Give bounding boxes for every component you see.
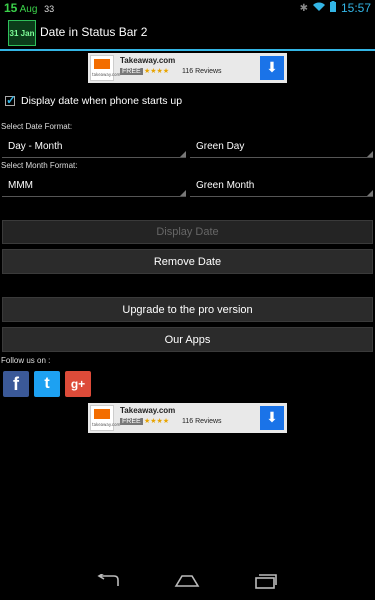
google-plus-icon[interactable]: g+ — [65, 371, 91, 397]
status-time: 15:57 — [340, 1, 371, 15]
remove-date-button[interactable]: Remove Date — [2, 249, 373, 274]
month-format-spinner[interactable]: MMM — [2, 180, 186, 197]
status-date: 15 Aug 33 — [4, 1, 54, 15]
download-icon[interactable]: ⬇ — [260, 56, 284, 80]
status-bar: 15 Aug 33 ✱ 15:57 — [0, 0, 375, 16]
ad-banner-bottom[interactable]: takeaway.com Takeaway.com FREE ★★★★ 116 … — [88, 403, 287, 433]
date-color-spinner[interactable]: Green Day — [190, 141, 373, 158]
date-format-label: Select Date Format: — [1, 122, 73, 131]
month-format-label: Select Month Format: — [1, 161, 78, 170]
ad-title: Takeaway.com — [120, 56, 176, 65]
status-day: 15 — [4, 1, 18, 15]
home-icon[interactable] — [172, 569, 202, 593]
ad-banner-top[interactable]: takeaway.com Takeaway.com FREE ★★★★ 116 … — [88, 53, 287, 83]
navigation-bar — [0, 565, 375, 600]
ad-reviews: 116 Reviews — [182, 68, 222, 75]
follow-us-label: Follow us on : — [1, 356, 51, 365]
startup-checkbox-label: Display date when phone starts up — [21, 95, 183, 107]
status-icons: ✱ 15:57 — [300, 0, 371, 16]
bluetooth-icon: ✱ — [299, 2, 308, 14]
ad-rating-stars: ★★★★ — [144, 67, 170, 75]
app-icon[interactable]: 31 Jan — [8, 20, 36, 46]
recent-apps-icon[interactable] — [251, 569, 281, 593]
startup-checkbox[interactable]: ✓ — [5, 93, 16, 107]
ad-logo-icon: takeaway.com — [90, 405, 120, 431]
status-month: Aug — [19, 4, 38, 15]
download-icon[interactable]: ⬇ — [260, 406, 284, 430]
battery-icon — [329, 1, 336, 15]
action-bar: 31 Jan Date in Status Bar 2 — [0, 16, 375, 51]
app-title: Date in Status Bar 2 — [40, 25, 148, 39]
wifi-icon — [312, 1, 325, 15]
ad-reviews: 116 Reviews — [182, 418, 222, 425]
month-color-spinner[interactable]: Green Month — [190, 180, 373, 197]
ad-logo-icon: takeaway.com — [90, 55, 120, 81]
upgrade-button[interactable]: Upgrade to the pro version — [2, 297, 373, 322]
date-format-spinner[interactable]: Day - Month — [2, 141, 186, 158]
status-battery-text: 33 — [44, 4, 55, 14]
facebook-icon[interactable]: f — [3, 371, 29, 397]
our-apps-button[interactable]: Our Apps — [2, 327, 373, 352]
ad-title: Takeaway.com — [120, 406, 176, 415]
display-date-button[interactable]: Display Date — [2, 220, 373, 244]
ad-rating-stars: ★★★★ — [144, 417, 170, 425]
startup-checkbox-row[interactable]: ✓ Display date when phone starts up — [5, 93, 183, 107]
app-icon-label: 31 Jan — [9, 29, 35, 38]
back-icon[interactable] — [93, 569, 123, 593]
ad-free-badge: FREE — [120, 68, 143, 75]
ad-free-badge: FREE — [120, 418, 143, 425]
twitter-icon[interactable]: t — [34, 371, 60, 397]
